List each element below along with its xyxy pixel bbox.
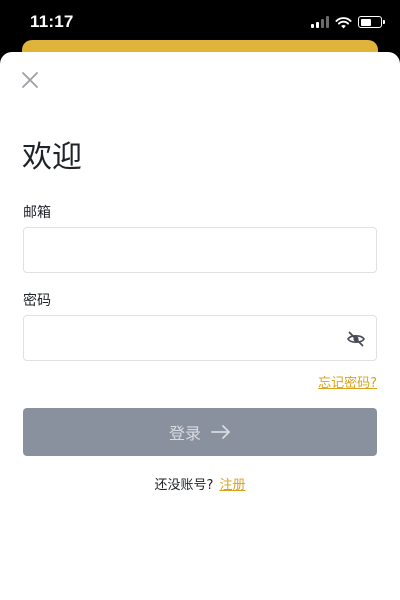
status-bar: 11:17 (0, 0, 400, 44)
password-visibility-toggle[interactable] (346, 329, 366, 349)
page-title: 欢迎 (22, 140, 82, 175)
status-time: 11:17 (30, 12, 74, 31)
email-input[interactable] (24, 228, 376, 272)
register-prompt: 还没账号? (154, 478, 214, 493)
arrow-right-icon (211, 425, 230, 439)
password-input[interactable] (24, 316, 376, 360)
status-icons (311, 14, 385, 30)
email-field-box (23, 227, 377, 273)
close-button[interactable] (18, 68, 42, 92)
password-label: 密码 (23, 293, 51, 309)
eye-off-icon (347, 331, 365, 347)
login-button[interactable]: 登录 (23, 408, 377, 456)
login-button-label: 登录 (168, 424, 201, 443)
email-label: 邮箱 (23, 205, 51, 221)
close-icon (22, 72, 38, 88)
register-link[interactable]: 注册 (219, 478, 245, 493)
wifi-icon (335, 16, 352, 28)
register-row: 还没账号? 注册 (0, 474, 400, 493)
signal-icon (311, 16, 329, 28)
battery-icon (358, 16, 385, 28)
password-field-box (23, 315, 377, 361)
login-sheet: 欢迎 邮箱 密码 忘记密码? 登录 还没账号? 注册 (0, 52, 400, 600)
forgot-password-link[interactable]: 忘记密码? (318, 372, 377, 391)
